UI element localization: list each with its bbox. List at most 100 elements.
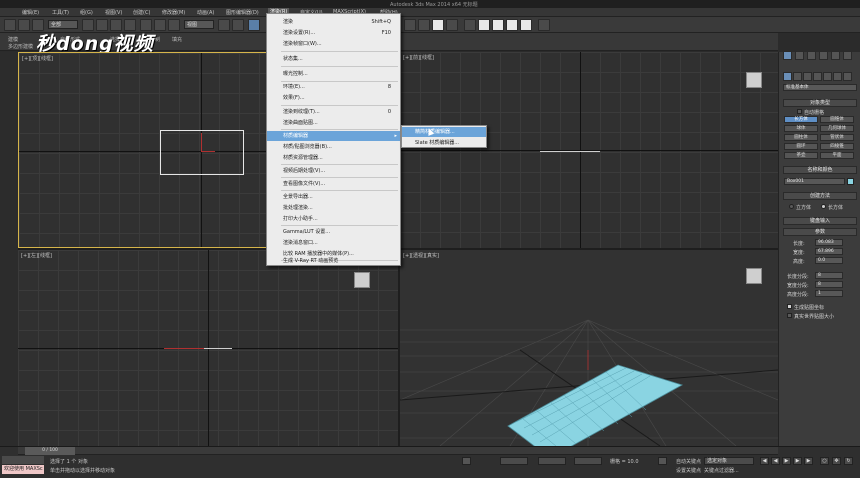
utilities-tab-icon[interactable] bbox=[843, 51, 852, 60]
time-slider-thumb[interactable]: 0 / 100 bbox=[25, 447, 75, 455]
viewcube-icon[interactable] bbox=[354, 272, 370, 288]
menu-item-render-surface-map[interactable]: 渲染曲面贴图... bbox=[267, 118, 400, 128]
maxscript-listener[interactable] bbox=[2, 456, 44, 464]
redo-icon[interactable] bbox=[18, 19, 30, 31]
parameters-rollout[interactable]: 参数 bbox=[783, 228, 857, 236]
layer-manager-icon[interactable] bbox=[404, 19, 416, 31]
menu-item-effects[interactable]: 效果(F)... bbox=[267, 93, 400, 103]
menu-item-material-explorer[interactable]: 材质资源管理器... bbox=[267, 153, 400, 163]
keyboard-entry-rollout[interactable]: 键盘输入 bbox=[783, 217, 857, 225]
ribbon-tab-populate[interactable]: 填充 bbox=[172, 36, 182, 43]
menu-create[interactable]: 创建(C) bbox=[133, 9, 150, 16]
menu-group[interactable]: 组(G) bbox=[80, 9, 93, 16]
undo-icon[interactable] bbox=[4, 19, 16, 31]
plane-edge[interactable] bbox=[540, 151, 600, 152]
plane-edge[interactable] bbox=[204, 348, 232, 349]
cylinder-button[interactable]: 圆柱体 bbox=[784, 134, 818, 141]
prev-frame-icon[interactable]: ◀ bbox=[771, 457, 780, 465]
length-segs-field[interactable]: 8 bbox=[815, 272, 843, 279]
viewcube-icon[interactable] bbox=[746, 268, 762, 284]
display-tab-icon[interactable] bbox=[831, 51, 840, 60]
viewcube-icon[interactable] bbox=[746, 72, 762, 88]
reference-coord-dropdown[interactable]: 视图 bbox=[184, 20, 214, 29]
object-color-swatch[interactable] bbox=[847, 178, 854, 185]
box-button[interactable]: 长方体 bbox=[784, 116, 818, 123]
menu-item-environment[interactable]: 环境(E)... 8 bbox=[267, 82, 400, 92]
tube-button[interactable]: 管状体 bbox=[820, 134, 854, 141]
menu-item-gamma-lut[interactable]: Gamma/LUT 设置... bbox=[267, 227, 400, 237]
viewport-top-label[interactable]: [+][顶][线框] bbox=[22, 55, 53, 62]
submenu-item-compact-material-editor[interactable]: 精简材质编辑器... bbox=[402, 127, 486, 137]
scale-icon[interactable] bbox=[168, 19, 180, 31]
menu-item-rendered-frame-window[interactable]: 渲染帧窗口(W)... bbox=[267, 39, 400, 49]
select-manipulate-icon[interactable] bbox=[232, 19, 244, 31]
cone-button[interactable]: 圆锥体 bbox=[820, 116, 854, 123]
systems-icon[interactable] bbox=[843, 72, 852, 81]
y-coord-field[interactable] bbox=[538, 457, 566, 465]
menu-item-render[interactable]: 渲染 Shift+Q bbox=[267, 17, 400, 27]
box-outline[interactable] bbox=[160, 130, 244, 175]
viewport-front[interactable]: [+][前][线框] bbox=[400, 52, 778, 248]
box-radio[interactable] bbox=[821, 204, 826, 209]
next-frame-icon[interactable]: ▶ bbox=[793, 457, 802, 465]
selection-filter-dropdown[interactable]: 全部 bbox=[48, 20, 78, 29]
rotate-icon[interactable] bbox=[154, 19, 166, 31]
schematic-view-icon[interactable] bbox=[432, 19, 444, 31]
render-iterative-icon[interactable] bbox=[506, 19, 518, 31]
submenu-item-slate-material-editor[interactable]: Slate 材质编辑器... bbox=[402, 138, 486, 148]
render-setup-icon[interactable] bbox=[464, 19, 476, 31]
pan-icon[interactable]: ✥ bbox=[832, 457, 841, 465]
menu-item-batch-render[interactable]: 批处理渲染... bbox=[267, 203, 400, 213]
create-tab-icon[interactable] bbox=[783, 51, 792, 60]
gen-uv-checkbox[interactable] bbox=[787, 304, 792, 309]
menu-modifiers[interactable]: 修改器(M) bbox=[162, 9, 185, 16]
geometry-icon[interactable] bbox=[783, 72, 792, 81]
menu-item-render-setup[interactable]: 渲染设置(R)... F10 bbox=[267, 28, 400, 38]
menu-item-state-sets[interactable]: 状态集... bbox=[267, 54, 400, 64]
go-to-start-icon[interactable]: ◀ bbox=[760, 457, 769, 465]
autogrid-checkbox[interactable] bbox=[797, 109, 802, 114]
maxscript-mini-listener[interactable]: 欢迎使用 MAXSc bbox=[2, 465, 44, 474]
width-field[interactable]: 67.896 bbox=[815, 248, 843, 255]
plane-button[interactable]: 平面 bbox=[820, 152, 854, 159]
menu-graph-editors[interactable]: 图形编辑器(D) bbox=[226, 9, 259, 16]
viewport-left-label[interactable]: [+][左][线框] bbox=[21, 252, 52, 259]
height-segs-field[interactable]: 1 bbox=[815, 290, 843, 297]
helpers-icon[interactable] bbox=[823, 72, 832, 81]
lights-icon[interactable] bbox=[803, 72, 812, 81]
hierarchy-tab-icon[interactable] bbox=[807, 51, 816, 60]
menu-views[interactable]: 视图(V) bbox=[105, 9, 122, 16]
real-world-checkbox[interactable] bbox=[787, 313, 792, 318]
x-coord-field[interactable] bbox=[500, 457, 528, 465]
viewport-perspective[interactable]: [+][透视][真实] bbox=[400, 250, 778, 446]
menu-animation[interactable]: 动画(A) bbox=[197, 9, 214, 16]
height-field[interactable]: 0.0 bbox=[815, 257, 843, 264]
object-type-rollout[interactable]: 对象类型 bbox=[783, 99, 857, 107]
pivot-icon[interactable] bbox=[218, 19, 230, 31]
torus-button[interactable]: 圆环 bbox=[784, 143, 818, 150]
menu-item-print-size-wizard[interactable]: 打印大小助手... bbox=[267, 214, 400, 224]
menu-item-panorama-exporter[interactable]: 全景导出器... bbox=[267, 192, 400, 202]
sphere-button[interactable]: 球体 bbox=[784, 125, 818, 132]
key-set-dropdown[interactable]: 选定对象 bbox=[704, 457, 754, 465]
creation-method-rollout[interactable]: 创建方法 bbox=[783, 192, 857, 200]
time-slider[interactable]: 0 / 100 bbox=[18, 447, 778, 455]
geosphere-button[interactable]: 几何球体 bbox=[820, 125, 854, 132]
pyramid-button[interactable]: 四棱锥 bbox=[820, 143, 854, 150]
ribbon-tab-modeling[interactable]: 建模 bbox=[8, 36, 18, 43]
curve-editor-icon[interactable] bbox=[418, 19, 430, 31]
shapes-icon[interactable] bbox=[793, 72, 802, 81]
menu-item-exposure-control[interactable]: 曝光控制... bbox=[267, 69, 400, 79]
menu-item-vray-rt-preview[interactable]: 生成 V-Ray RT 动画预览 bbox=[267, 256, 400, 266]
z-coord-field[interactable] bbox=[574, 457, 602, 465]
orbit-icon[interactable]: ↻ bbox=[844, 457, 853, 465]
activeshade-icon[interactable] bbox=[520, 19, 532, 31]
key-icon[interactable] bbox=[658, 457, 667, 465]
modify-tab-icon[interactable] bbox=[795, 51, 804, 60]
autokey-label[interactable]: 自动关键点 bbox=[676, 458, 701, 465]
name-color-rollout[interactable]: 名称和颜色 bbox=[783, 166, 857, 174]
spacewarps-icon[interactable] bbox=[833, 72, 842, 81]
viewport-front-label[interactable]: [+][前][线框] bbox=[403, 54, 434, 61]
teapot-button[interactable]: 茶壶 bbox=[784, 152, 818, 159]
category-dropdown[interactable]: 标准基本体 bbox=[783, 84, 857, 91]
